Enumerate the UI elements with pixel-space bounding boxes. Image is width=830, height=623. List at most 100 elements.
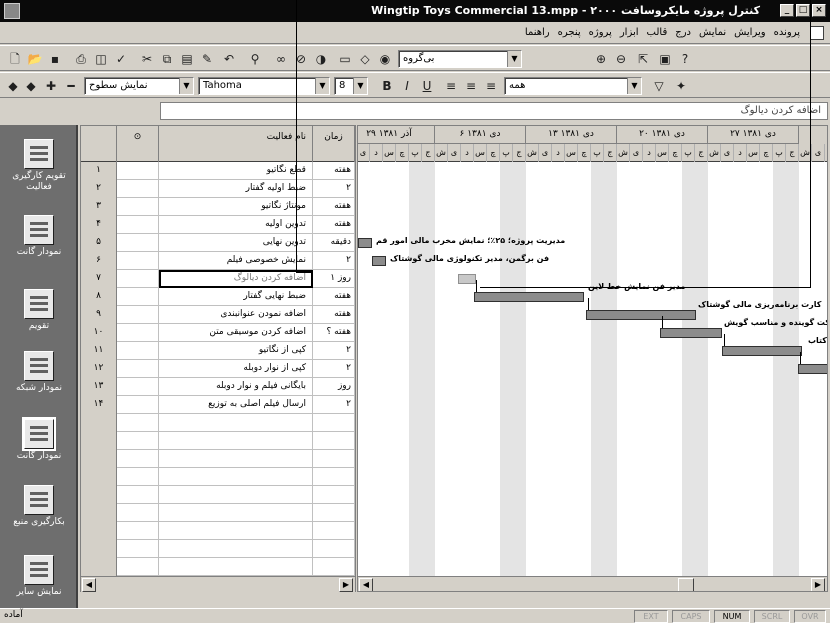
row-number[interactable]: ۱۴ [81,396,117,414]
task-name-cell[interactable] [159,522,313,540]
duration-cell[interactable] [313,432,355,450]
save-icon[interactable]: ▪ [46,50,64,68]
minimize-button[interactable]: _ [780,4,794,17]
duration-header[interactable]: زمان [313,126,355,162]
insert-hyperlink-icon[interactable]: ⚲ [246,50,264,68]
row-number[interactable]: ۶ [81,252,117,270]
table-row[interactable]: ۳ مونتاژ نگاتیو هفته [81,198,355,216]
bold-button[interactable]: B [378,77,396,95]
table-row[interactable]: ۵ تدوین نهایی دقیقه [81,234,355,252]
gantt-wizard-icon[interactable]: ✦ [672,77,690,95]
row-number[interactable]: ۱ [81,162,117,180]
scroll-thumb[interactable] [678,578,694,591]
task-name-cell[interactable] [159,450,313,468]
task-name-cell[interactable]: ضبط اولیه گفتار [159,180,313,198]
view-tracking-gantt[interactable]: نمودار گانت [4,417,74,462]
task-name-cell[interactable]: ضبط نهایی گفتار [159,288,313,306]
align-right-icon[interactable]: ≡ [442,77,460,95]
duration-cell[interactable]: هفته ؟ [313,324,355,342]
spell-icon[interactable]: ✓ [112,50,130,68]
row-number[interactable] [81,540,117,558]
task-name-cell[interactable]: اضافه نمودن عنوانبندی [159,306,313,324]
gantt-horizontal-scrollbar[interactable]: ◀ ▶ [358,576,827,591]
table-row[interactable]: ۲ ضبط اولیه گفتار ۲ [81,180,355,198]
link-icon[interactable]: ∞ [272,50,290,68]
select-all-corner[interactable] [81,126,117,162]
split-icon[interactable]: ◑ [312,50,330,68]
row-number[interactable]: ۱۳ [81,378,117,396]
task-bar[interactable] [660,328,722,338]
task-name-cell[interactable]: اضافه کردن دیالوگ [159,270,313,288]
align-center-icon[interactable]: ≡ [462,77,480,95]
duration-cell[interactable] [313,414,355,432]
indicator-cell[interactable] [117,360,159,378]
menu-edit[interactable]: ویرایش [734,27,765,38]
duration-cell[interactable]: ۲ [313,396,355,414]
view-gantt-chart[interactable]: نمودار گانت [4,215,74,258]
duration-cell[interactable] [313,450,355,468]
table-row[interactable]: ۷ اضافه کردن دیالوگ ۱ روز [81,270,355,288]
row-number[interactable]: ۸ [81,288,117,306]
task-name-cell[interactable]: قطع نگاتیو [159,162,313,180]
table-row[interactable]: ۱۱ کپی از نگاتیو ۲ [81,342,355,360]
duration-cell[interactable]: هفته [313,306,355,324]
indicator-cell[interactable] [117,378,159,396]
align-left-icon[interactable]: ≡ [482,77,500,95]
goto-task-icon[interactable]: ⇱ [634,50,652,68]
row-number[interactable]: ۴ [81,216,117,234]
menu-project[interactable]: پروژه [589,27,612,38]
task-bar[interactable] [798,364,827,374]
table-row[interactable] [81,558,355,576]
table-row[interactable]: ۴ تدوین اولیه هفته [81,216,355,234]
indicator-cell[interactable] [117,468,159,486]
table-row[interactable] [81,432,355,450]
copy-picture-icon[interactable]: ▣ [656,50,674,68]
menu-file[interactable]: پرونده [774,27,800,38]
chevron-down-icon[interactable]: ▼ [627,78,641,94]
group-combo[interactable]: بی‌گروه ▼ [398,50,522,68]
task-name-header[interactable]: نام فعالیت [159,126,313,162]
duration-cell[interactable]: ۱ روز [313,270,355,288]
duration-cell[interactable]: هفته [313,162,355,180]
duration-cell[interactable]: هفته [313,216,355,234]
table-row[interactable] [81,522,355,540]
table-row[interactable] [81,504,355,522]
table-row[interactable]: ۱۲ کپی از نوار دوبله ۲ [81,360,355,378]
show-subtasks-icon[interactable]: ✚ [42,77,60,95]
indicator-header[interactable]: ⊙ [117,126,159,162]
duration-cell[interactable] [313,522,355,540]
task-name-cell[interactable]: مونتاژ نگاتیو [159,198,313,216]
view-resource-usage[interactable]: بکارگیری منبع [4,485,74,528]
row-number[interactable]: ۱۱ [81,342,117,360]
table-row[interactable] [81,414,355,432]
grid-horizontal-scrollbar[interactable]: ◀ ▶ [81,576,355,592]
duration-cell[interactable]: هفته [313,198,355,216]
indicator-cell[interactable] [117,288,159,306]
table-row[interactable]: ۸ ضبط نهایی گفتار هفته [81,288,355,306]
unlink-icon[interactable]: ⊘ [292,50,310,68]
row-number[interactable] [81,414,117,432]
zoom-in-icon[interactable]: ⊕ [592,50,610,68]
indicator-cell[interactable] [117,450,159,468]
scroll-right-icon[interactable]: ▶ [811,578,825,591]
indicator-cell[interactable] [117,162,159,180]
task-bar[interactable] [358,238,372,248]
assign-icon[interactable]: ◉ [376,50,394,68]
row-number[interactable] [81,450,117,468]
undo-icon[interactable]: ↶ [220,50,238,68]
print-icon[interactable]: ⎙ [72,50,90,68]
app-icon[interactable] [4,3,20,19]
outline-combo[interactable]: نمایش سطوح ▼ [84,77,194,95]
close-button[interactable]: × [812,4,826,17]
chevron-down-icon[interactable]: ▼ [179,78,193,94]
italic-button[interactable]: I [398,77,416,95]
chevron-down-icon[interactable]: ▼ [353,78,367,94]
indicator-cell[interactable] [117,396,159,414]
duration-cell[interactable] [313,486,355,504]
task-name-cell[interactable] [159,540,313,558]
table-row[interactable]: ۱۳ بایگانی فیلم و نوار دوبله روز [81,378,355,396]
indicator-cell[interactable] [117,306,159,324]
scroll-left-icon[interactable]: ◀ [82,578,96,592]
indicator-cell[interactable] [117,540,159,558]
duration-cell[interactable]: روز [313,378,355,396]
